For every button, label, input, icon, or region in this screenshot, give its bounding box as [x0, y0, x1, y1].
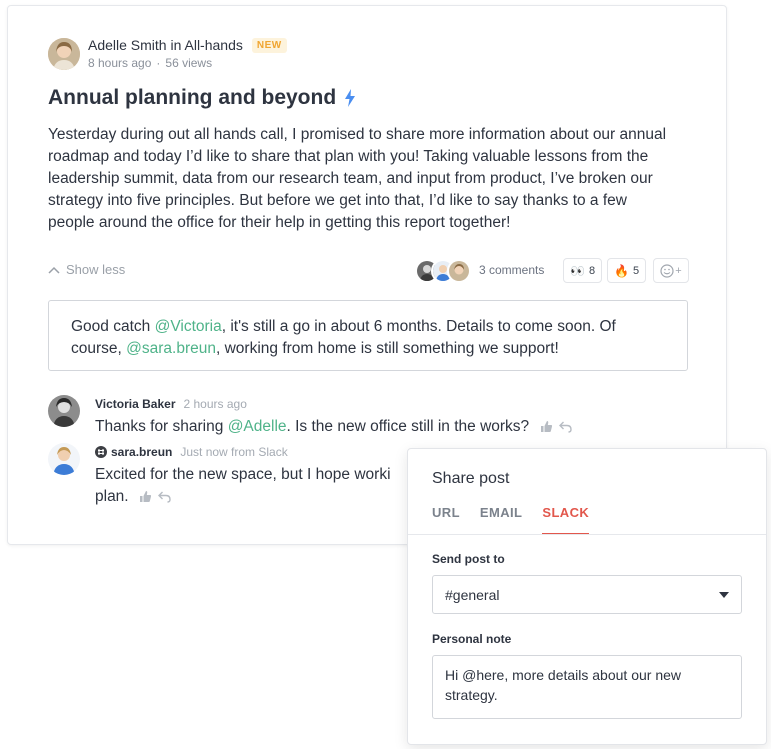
meta-dot: · [156, 56, 161, 70]
comment-text: Thanks for sharing @Adelle. Is the new o… [95, 416, 578, 438]
personal-note-field[interactable]: Hi @here, more details about our new str… [432, 655, 742, 719]
channel-value: #general [445, 586, 500, 603]
author-avatar[interactable] [48, 37, 80, 70]
thumbs-up-icon[interactable] [540, 420, 553, 433]
reaction-fire-button[interactable]: 🔥 5 [607, 258, 647, 283]
comment-text-line2: plan. [95, 486, 177, 508]
author-name[interactable]: Adelle Smith in All-hands [88, 37, 243, 53]
comment-time: Just now from Slack [180, 445, 288, 459]
comment-text-part: Thanks for sharing [95, 418, 228, 435]
show-less-label: Show less [66, 262, 126, 277]
add-reaction-button[interactable]: + [653, 258, 689, 283]
eyes-icon: 👀 [570, 263, 585, 278]
plus-icon: + [675, 264, 682, 277]
reply-input[interactable]: Good catch @Victoria, it's still a go in… [48, 300, 688, 371]
channel-select[interactable]: #general [432, 575, 742, 614]
tabs-divider [408, 534, 766, 535]
comment-text-part: . Is the new office still in the works? [286, 418, 530, 435]
post-author-row: Adelle Smith in All-hands NEW 8 hours ag… [48, 37, 287, 70]
send-to-label: Send post to [432, 552, 505, 566]
personal-note-label: Personal note [432, 632, 512, 646]
comment-author[interactable]: sara.breun [111, 445, 172, 459]
new-badge: NEW [251, 37, 287, 53]
tab-slack[interactable]: SLACK [542, 505, 590, 535]
comment-time: 2 hours ago [183, 397, 247, 411]
mention-sara[interactable]: @sara.breun [126, 340, 216, 357]
mention-victoria[interactable]: @Victoria [155, 318, 222, 335]
comments-count-link[interactable]: 3 comments [479, 263, 544, 277]
avatar[interactable] [48, 395, 80, 427]
avatar[interactable] [48, 443, 80, 475]
post-time: 8 hours ago [88, 56, 152, 70]
reply-text: , working from home is still something w… [215, 340, 559, 357]
smiley-icon [660, 263, 674, 278]
share-tabs: URL EMAIL SLACK [432, 505, 609, 535]
reply-icon[interactable] [558, 421, 572, 433]
bolt-icon [345, 89, 356, 107]
tab-url[interactable]: URL [432, 505, 460, 535]
reply-text: Good catch [71, 318, 155, 335]
thumbs-up-icon[interactable] [139, 490, 152, 503]
post-title-row: Annual planning and beyond [48, 86, 356, 110]
show-less-button[interactable]: Show less [48, 262, 125, 277]
reaction-eyes-button[interactable]: 👀 8 [563, 258, 603, 283]
reply-icon[interactable] [157, 491, 171, 503]
post-title: Annual planning and beyond [48, 86, 337, 109]
avatar [447, 259, 471, 283]
author-meta: Adelle Smith in All-hands NEW 8 hours ag… [88, 37, 287, 70]
comment-text-part: plan. [95, 488, 129, 505]
slack-icon [95, 446, 107, 458]
caret-down-icon [719, 591, 729, 598]
fire-icon: 🔥 [614, 263, 629, 278]
reaction-count: 8 [588, 264, 596, 277]
chevron-up-icon [48, 266, 60, 274]
share-panel-title: Share post [432, 470, 510, 487]
post-body: Yesterday during out all hands call, I p… [48, 126, 667, 231]
comment-author[interactable]: Victoria Baker [95, 397, 176, 411]
share-post-panel: Share post URL EMAIL SLACK Send post to … [407, 448, 767, 745]
commenter-avatars[interactable] [415, 259, 471, 283]
tab-email[interactable]: EMAIL [480, 505, 522, 535]
comment-text: Excited for the new space, but I hope wo… [95, 466, 391, 483]
mention-adelle[interactable]: @Adelle [228, 418, 287, 435]
reaction-count: 5 [632, 264, 640, 277]
post-views: 56 views [165, 56, 213, 70]
